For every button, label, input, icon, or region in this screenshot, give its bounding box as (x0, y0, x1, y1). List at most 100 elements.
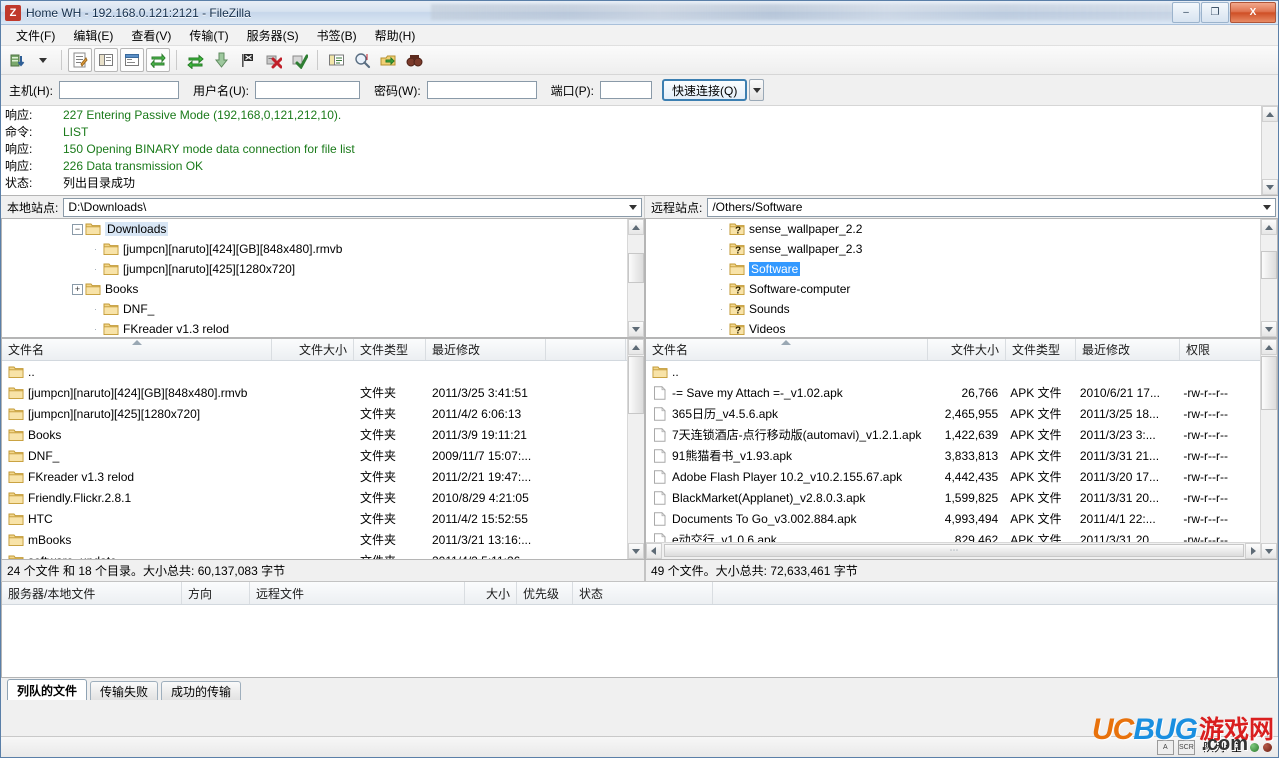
column-header[interactable]: 大小 (465, 582, 517, 604)
column-header[interactable]: 文件大小 (928, 339, 1006, 360)
file-row[interactable]: .. (2, 361, 628, 382)
scroll-down-arrow[interactable] (1261, 321, 1277, 337)
toggle-local-tree-icon[interactable] (94, 48, 118, 72)
file-row[interactable]: BlackMarket(Applanet)_v2.8.0.3.apk 1,599,… (646, 487, 1261, 508)
find-files-icon[interactable] (402, 48, 426, 72)
file-row[interactable]: 365日历_v4.5.6.apk 2,465,955 APK 文件 2011/3/25… (646, 403, 1261, 424)
remote-file-list[interactable]: 文件名 文件大小 文件类型 最近修改 权限 .. -= Save my Attach =-… (644, 338, 1278, 560)
process-queue-icon[interactable] (209, 48, 233, 72)
hscrollbar-thumb[interactable]: ⋯ (663, 544, 1244, 557)
scroll-up-arrow[interactable] (627, 219, 644, 235)
site-manager-icon[interactable] (5, 48, 29, 72)
remote-directory-tree[interactable]: ·? sense_wallpaper_2.2 ·? sense_wallpaper_2… (644, 218, 1278, 338)
file-row[interactable]: HTC 文件夹 2011/4/2 15:52:55 (2, 508, 628, 529)
toggle-remote-tree-icon[interactable] (120, 48, 144, 72)
message-log-scrollbar[interactable] (1261, 106, 1278, 195)
tree-node[interactable]: − Downloads (2, 219, 628, 239)
column-header[interactable]: 最近修改 (1076, 339, 1180, 360)
port-input[interactable] (600, 81, 652, 99)
remote-file-list-header[interactable]: 文件名 文件大小 文件类型 最近修改 权限 (645, 339, 1277, 361)
file-row[interactable]: -= Save my Attach =-_v1.02.apk 26,766 APK … (646, 382, 1261, 403)
scroll-up-arrow[interactable] (1261, 219, 1277, 235)
toggle-transfer-queue-icon[interactable] (146, 48, 170, 72)
scroll-left-arrow[interactable] (645, 543, 662, 559)
scroll-down-arrow[interactable] (1261, 543, 1277, 559)
scroll-up-arrow[interactable] (627, 339, 644, 355)
local-file-list[interactable]: 文件名 文件大小 文件类型 最近修改 .. [jumpcn][naruto][424][… (1, 338, 645, 560)
expand-node-icon[interactable]: + (72, 283, 83, 295)
local-path-combo[interactable]: D:\Downloads\ (63, 197, 642, 217)
scrollbar-thumb[interactable] (1261, 356, 1277, 410)
quickconnect-history-dropdown[interactable] (749, 79, 765, 101)
username-input[interactable] (255, 81, 360, 99)
scroll-down-arrow[interactable] (627, 321, 644, 337)
refresh-icon[interactable] (183, 48, 207, 72)
column-header[interactable]: 服务器/本地文件 (2, 582, 182, 604)
local-file-list-scrollbar[interactable] (626, 339, 644, 559)
filter-icon[interactable] (324, 48, 348, 72)
file-row[interactable]: FKreader v1.3 relod 文件夹 2011/2/21 19:47:..… (2, 466, 628, 487)
column-header[interactable]: 文件名 (2, 339, 272, 360)
file-row[interactable]: .. (646, 361, 1261, 382)
directory-sync-icon[interactable] (376, 48, 400, 72)
local-path-dropdown-icon[interactable] (625, 199, 641, 216)
scroll-up-arrow[interactable] (1262, 106, 1278, 122)
quickconnect-button[interactable]: 快速连接(Q) (662, 79, 748, 101)
tree-node[interactable]: ·? Videos (646, 319, 1261, 337)
scrollbar-thumb[interactable] (627, 253, 644, 283)
tree-node[interactable]: · Software (646, 259, 1261, 279)
file-row[interactable]: software_update 文件夹2011/4/2 5:11:26 (2, 550, 628, 559)
column-header[interactable]: 文件名 (646, 339, 928, 360)
file-row[interactable]: DNF_ 文件夹 2009/11/7 15:07:... (2, 445, 628, 466)
column-header[interactable]: 方向 (182, 582, 250, 604)
queue-header[interactable]: 服务器/本地文件 方向 远程文件 大小 优先级 状态 (2, 582, 1277, 605)
tree-node[interactable]: · [jumpcn][naruto][424][GB][848x480].rmvb (2, 239, 628, 259)
password-input[interactable] (426, 81, 537, 99)
file-row[interactable]: 91熊猫看书_v1.93.apk 3,833,813 APK 文件 2011/3/31… (646, 445, 1261, 466)
column-header[interactable]: 最近修改 (426, 339, 546, 360)
column-header[interactable]: 文件类型 (354, 339, 426, 360)
file-row[interactable]: [jumpcn][naruto][425][1280x720] 文件夹 2011/4… (2, 403, 628, 424)
site-manager-dropdown-icon[interactable] (31, 48, 55, 72)
remote-tree-scrollbar[interactable] (1260, 219, 1277, 337)
scroll-right-arrow[interactable] (1245, 543, 1261, 559)
host-input[interactable] (59, 81, 179, 99)
tree-node[interactable]: + Books (2, 279, 628, 299)
minimize-button[interactable]: – (1172, 2, 1200, 23)
scrollbar-thumb[interactable] (627, 356, 644, 414)
toggle-message-log-icon[interactable] (68, 48, 92, 72)
file-row[interactable]: [jumpcn][naruto][424][GB][848x480].rmvb 文… (2, 382, 628, 403)
column-header[interactable]: 文件大小 (272, 339, 354, 360)
scroll-up-arrow[interactable] (1261, 339, 1277, 355)
menu-server[interactable]: 服务器(S) (238, 25, 308, 46)
file-row[interactable]: e动交行_v1.0.6.apk 829,462 APK 文件 2011/3/31 20… (646, 529, 1261, 543)
collapse-node-icon[interactable]: − (72, 223, 83, 235)
column-header[interactable]: 文件类型 (1006, 339, 1076, 360)
column-header[interactable]: 优先级 (517, 582, 573, 604)
remote-path-dropdown-icon[interactable] (1259, 199, 1275, 216)
compare-directories-icon[interactable] (350, 48, 374, 72)
file-row[interactable]: Adobe Flash Player 10.2_v10.2.155.67.apk… (646, 466, 1261, 487)
tree-node[interactable]: · FKreader v1.3 relod (2, 319, 628, 337)
menu-edit[interactable]: 编辑(E) (64, 25, 122, 46)
column-header[interactable]: 权限 (1180, 339, 1264, 360)
tab-successful-transfers[interactable]: 成功的传输 (161, 681, 242, 700)
scrollbar-thumb[interactable] (1261, 251, 1277, 279)
tree-node[interactable]: ·? sense_wallpaper_2.3 (646, 239, 1261, 259)
disconnect-icon[interactable] (261, 48, 285, 72)
tab-failed-transfers[interactable]: 传输失败 (90, 681, 159, 700)
file-row[interactable]: Documents To Go_v3.002.884.apk 4,993,494 A… (646, 508, 1261, 529)
menu-transfer[interactable]: 传输(T) (180, 25, 237, 46)
tree-node[interactable]: · DNF_ (2, 299, 628, 319)
maximize-button[interactable]: ❐ (1201, 2, 1229, 23)
scroll-down-arrow[interactable] (1262, 179, 1278, 195)
menu-file[interactable]: 文件(F) (7, 25, 64, 46)
column-header[interactable]: 状态 (573, 582, 713, 604)
remote-file-list-hscrollbar[interactable]: ⋯ (645, 542, 1261, 559)
remote-path-combo[interactable]: /Others/Software (707, 197, 1276, 217)
cancel-operation-icon[interactable] (235, 48, 259, 72)
tree-node[interactable]: ·? Sounds (646, 299, 1261, 319)
tree-node[interactable]: ·? Software-computer (646, 279, 1261, 299)
local-file-list-header[interactable]: 文件名 文件大小 文件类型 最近修改 (2, 339, 644, 361)
file-row[interactable]: Friendly.Flickr.2.8.1 文件夹 2010/8/29 4:21:0… (2, 487, 628, 508)
